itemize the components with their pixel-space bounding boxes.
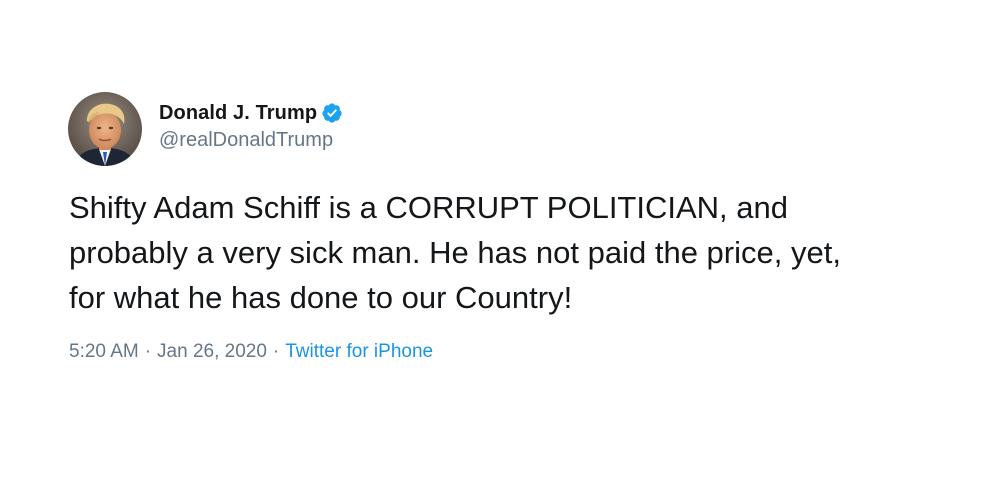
meta-separator: · [144,341,152,362]
avatar[interactable] [68,92,142,166]
author-display-name[interactable]: Donald J. Trump [159,102,317,125]
tweet-time[interactable]: 5:20 AM [69,341,139,363]
avatar-portrait-icon [68,92,142,166]
tweet-author: Donald J. Trump @realDonaldTrump [159,99,343,159]
author-handle[interactable]: @realDonaldTrump [159,129,343,152]
author-name-row: Donald J. Trump [159,99,343,127]
tweet-text: Shifty Adam Schiff is a CORRUPT POLITICI… [69,190,841,315]
meta-separator: · [272,341,280,362]
tweet-metadata: 5:20 AM · Jan 26, 2020 · Twitter for iPh… [69,341,433,363]
tweet-source-link[interactable]: Twitter for iPhone [285,341,433,363]
tweet-card: Donald J. Trump @realDonaldTrump Shifty … [0,0,1008,501]
verified-badge-icon [321,102,343,124]
tweet-date[interactable]: Jan 26, 2020 [157,341,267,363]
